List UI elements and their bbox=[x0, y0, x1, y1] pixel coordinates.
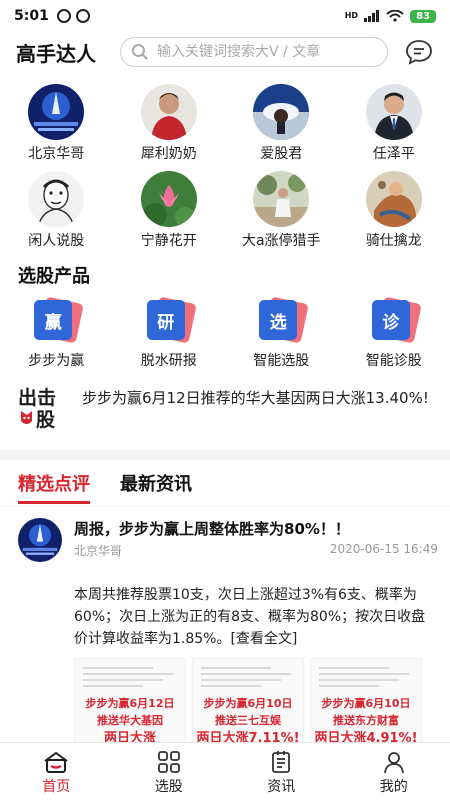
search-icon bbox=[132, 44, 148, 60]
products-grid: 赢 步步为赢 研 脱水研报 选 智能选股 诊 智能诊股 bbox=[0, 296, 450, 370]
article-thumbnail[interactable]: 步步为赢6月12日推送华大基因两日大涨13.40%! bbox=[74, 658, 186, 753]
top-header: 高手达人 bbox=[0, 34, 450, 70]
section-title: 选股产品 bbox=[18, 266, 90, 287]
tab-underline-divider bbox=[0, 505, 450, 506]
product-label: 步步为赢 bbox=[28, 353, 85, 369]
product-item[interactable]: 诊 智能诊股 bbox=[338, 296, 450, 370]
status-bar: 5:01 HD 83 bbox=[0, 0, 450, 32]
battery-indicator: 83 bbox=[410, 9, 436, 23]
avatar bbox=[28, 84, 85, 140]
expert-name: 任泽平 bbox=[372, 146, 415, 162]
bottom-nav: 首页 选股 资讯 我的 bbox=[0, 742, 450, 800]
expert-name: 北京华哥 bbox=[28, 146, 85, 162]
grid-icon bbox=[157, 750, 180, 773]
expert-name: 爱股君 bbox=[260, 146, 303, 162]
product-label: 智能诊股 bbox=[365, 353, 422, 369]
chujigu-logo: 出击 股 bbox=[18, 386, 56, 430]
status-time: 5:01 bbox=[14, 8, 49, 24]
ticker-text: 步步为赢6月12日推荐的华大基因两日大涨13.40%! bbox=[82, 389, 429, 407]
nav-home[interactable]: 首页 bbox=[0, 743, 113, 800]
product-label: 智能选股 bbox=[253, 353, 310, 369]
sync-icon bbox=[75, 9, 90, 23]
article-thumbnails: 步步为赢6月12日推送华大基因两日大涨13.40%! 步步为赢6月10日推送三七… bbox=[74, 658, 438, 753]
expert-item[interactable]: 骑仕擒龙 bbox=[338, 171, 450, 250]
news-ticker[interactable]: 出击 股 步步为赢6月12日推荐的华大基因两日大涨13.40%! bbox=[18, 384, 438, 430]
avatar bbox=[253, 171, 310, 227]
article-body[interactable]: 本周共推荐股票10支，次日上涨超过3%有6支、概率为60%；次日上涨为正的有8支… bbox=[74, 584, 438, 650]
expert-item[interactable]: 犀利奶奶 bbox=[113, 84, 226, 163]
article-thumbnail[interactable]: 步步为赢6月10日 推送东方财富 两日大涨4.91%! bbox=[310, 658, 422, 753]
expert-item[interactable]: 宁静花开 bbox=[113, 171, 226, 250]
product-item[interactable]: 赢 步步为赢 bbox=[0, 296, 113, 370]
expert-item[interactable]: 大a涨停猎手 bbox=[225, 171, 338, 250]
product-icon: 赢 bbox=[30, 296, 84, 344]
message-button[interactable] bbox=[404, 37, 434, 67]
product-item[interactable]: 研 脱水研报 bbox=[113, 296, 226, 370]
experts-grid: 北京华哥 犀利奶奶 爱股君 任泽平 闲人说股 宁静花开 大a涨停猎手 骑仕擒龙 bbox=[0, 84, 450, 250]
expert-name: 犀利奶奶 bbox=[140, 146, 197, 162]
expert-item[interactable]: 北京华哥 bbox=[0, 84, 113, 163]
network-type: HD bbox=[344, 11, 359, 20]
tab-latest-news[interactable]: 最新资讯 bbox=[120, 470, 192, 504]
content-tabs: 精选点评 最新资讯 bbox=[18, 470, 192, 504]
article-date: 2020-06-15 16:49 bbox=[329, 542, 438, 556]
product-item[interactable]: 选 智能选股 bbox=[225, 296, 338, 370]
nav-news[interactable]: 资讯 bbox=[225, 743, 338, 800]
nav-stock-picks[interactable]: 选股 bbox=[113, 743, 226, 800]
svg-text:股: 股 bbox=[36, 409, 55, 430]
article-title[interactable]: 周报，步步为赢上周整体胜率为80%！！ bbox=[74, 518, 438, 540]
expert-name: 宁静花开 bbox=[140, 233, 197, 249]
section-divider bbox=[0, 450, 450, 460]
product-icon: 诊 bbox=[368, 296, 422, 344]
search-input[interactable] bbox=[157, 44, 377, 60]
article-author[interactable]: 北京华哥 bbox=[74, 542, 122, 559]
avatar[interactable] bbox=[18, 518, 62, 562]
expert-item[interactable]: 闲人说股 bbox=[0, 171, 113, 250]
expert-item[interactable]: 任泽平 bbox=[338, 84, 450, 163]
product-label: 脱水研报 bbox=[140, 353, 197, 369]
expert-name: 闲人说股 bbox=[28, 233, 85, 249]
home-icon bbox=[44, 751, 68, 773]
sync-icon bbox=[56, 9, 71, 23]
svg-text:出击: 出击 bbox=[18, 386, 56, 409]
avatar bbox=[253, 84, 310, 140]
avatar bbox=[140, 171, 197, 227]
user-icon bbox=[383, 751, 404, 773]
product-icon: 选 bbox=[255, 296, 309, 344]
product-icon: 研 bbox=[143, 296, 197, 344]
nav-profile[interactable]: 我的 bbox=[338, 743, 450, 800]
wifi-icon bbox=[386, 10, 404, 22]
document-icon bbox=[272, 750, 291, 773]
expert-name: 骑仕擒龙 bbox=[365, 233, 422, 249]
search-box[interactable] bbox=[120, 37, 388, 67]
avatar bbox=[28, 171, 85, 227]
expert-name: 大a涨停猎手 bbox=[241, 233, 321, 249]
avatar bbox=[365, 84, 422, 140]
page-title: 高手达人 bbox=[16, 41, 96, 66]
chat-bubble-icon bbox=[406, 40, 432, 65]
article-thumbnail[interactable]: 步步为赢6月10日 推送三七互娱 两日大涨7.11%! bbox=[192, 658, 304, 753]
signal-icon bbox=[364, 10, 380, 22]
avatar bbox=[140, 84, 197, 140]
tab-featured[interactable]: 精选点评 bbox=[18, 470, 90, 504]
expert-item[interactable]: 爱股君 bbox=[225, 84, 338, 163]
avatar bbox=[365, 171, 422, 227]
article-card[interactable]: 周报，步步为赢上周整体胜率为80%！！ 北京华哥 2020-06-15 16:4… bbox=[18, 518, 438, 753]
